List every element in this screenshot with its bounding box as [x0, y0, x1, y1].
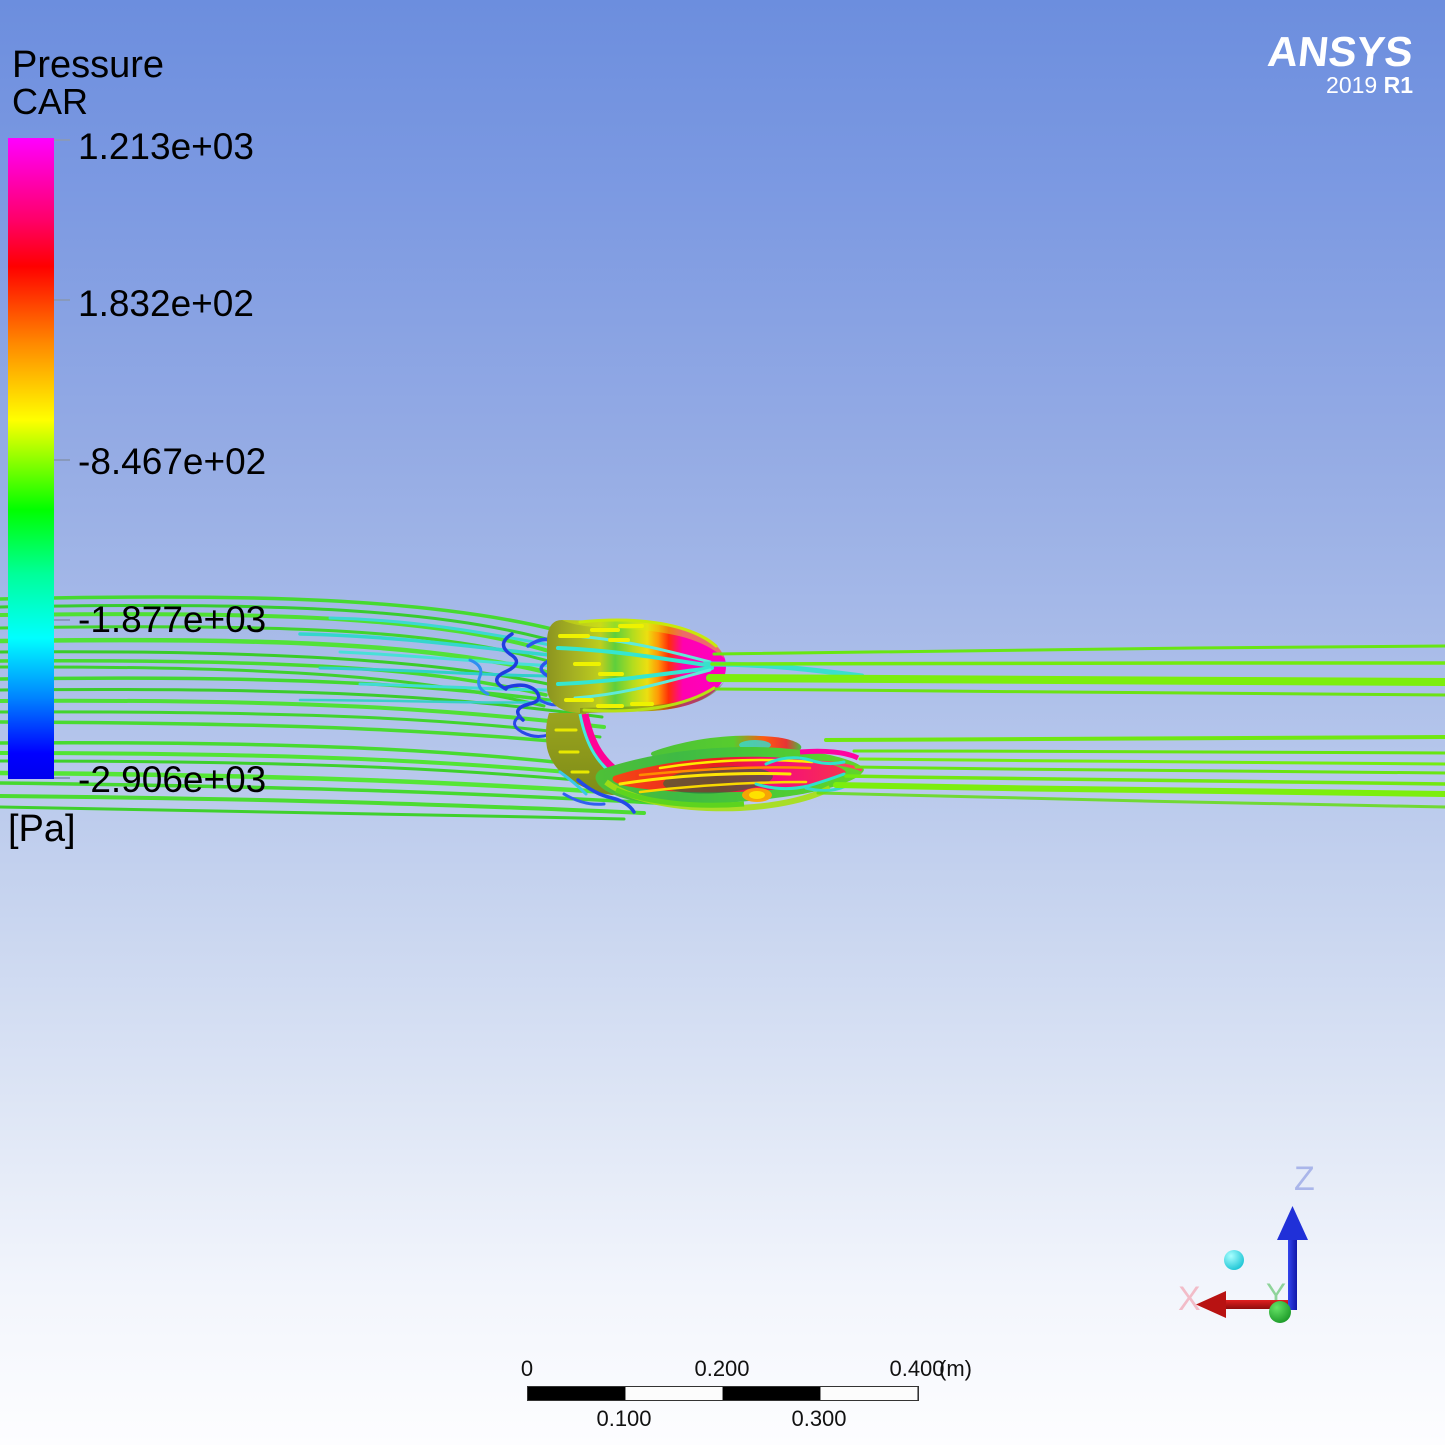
upper-body [547, 620, 862, 713]
legend-title: Pressure [12, 47, 164, 84]
ansys-version-year: 2019 [1326, 72, 1377, 98]
scale-ruler: 0 0.200 0.400 (m) 0.100 0.300 [527, 1344, 967, 1434]
legend-colorbar [8, 138, 54, 779]
scale-label-0400: 0.400 [889, 1356, 944, 1382]
triad-z-axis[interactable] [1288, 1238, 1297, 1310]
ansys-logo: ANSYS 2019 R1 [1268, 32, 1413, 97]
colorbar-label: 1.832e+02 [78, 285, 254, 322]
colorbar-label: -8.467e+02 [78, 443, 266, 480]
viewport-3d[interactable]: Z X Y Pressure CAR 1.213e+03 1.832e+02 -… [0, 0, 1445, 1445]
colorbar-label: -2.906e+03 [78, 761, 266, 798]
colorbar-tick [54, 459, 70, 461]
colorbar-tick [54, 139, 70, 141]
triad-x-label: X [1178, 1280, 1201, 1318]
colorbar-label: 1.213e+03 [78, 128, 254, 165]
colorbar-tick [54, 777, 70, 779]
scale-unit: (m) [939, 1356, 972, 1382]
ansys-version: 2019 R1 [1268, 73, 1413, 97]
scale-label-0: 0 [521, 1356, 533, 1382]
triad-z-label: Z [1294, 1160, 1315, 1198]
legend-subtitle: CAR [12, 84, 88, 120]
scale-label-0300: 0.300 [791, 1406, 846, 1432]
scene-3d[interactable]: Z X Y [0, 0, 1445, 1445]
scale-segment [723, 1387, 820, 1400]
triad-y-origin-ball[interactable] [1269, 1301, 1291, 1323]
scale-label-0200: 0.200 [694, 1356, 749, 1382]
colorbar-label: -1.877e+03 [78, 601, 266, 638]
ansys-version-release: R1 [1384, 72, 1413, 98]
colorbar-tick [54, 619, 70, 621]
scale-label-0100: 0.100 [596, 1406, 651, 1432]
axis-triad[interactable]: Z X Y [1178, 1160, 1315, 1323]
ansys-wordmark: ANSYS [1266, 32, 1415, 72]
scale-segment [820, 1387, 919, 1400]
scale-bar [527, 1386, 919, 1401]
scale-segment [625, 1387, 724, 1400]
legend-unit: [Pa] [8, 808, 76, 851]
colorbar-tick [54, 299, 70, 301]
triad-z-arrowhead[interactable] [1277, 1206, 1308, 1240]
triad-screen-ball[interactable] [1224, 1250, 1244, 1270]
scale-segment [528, 1387, 625, 1400]
